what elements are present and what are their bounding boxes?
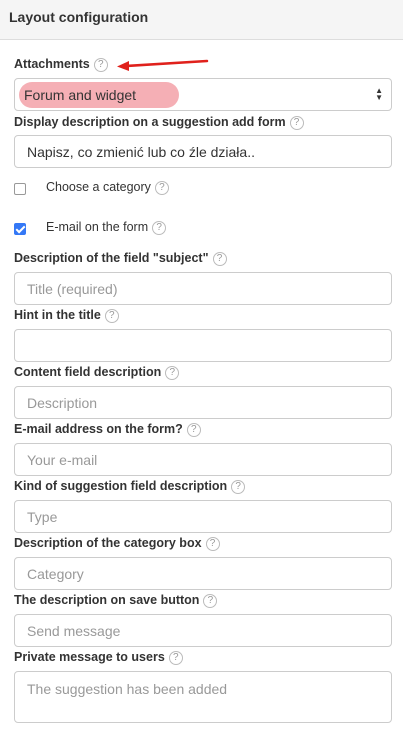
- help-icon[interactable]: ?: [203, 594, 218, 608]
- help-icon[interactable]: ?: [154, 181, 169, 195]
- choose-category-label-text: Choose a category: [46, 180, 151, 194]
- kind-field-label: Kind of suggestion field description?: [14, 479, 246, 494]
- panel-header: Layout configuration: [0, 0, 403, 40]
- hint-in-title-label-text: Hint in the title: [14, 308, 101, 322]
- select-arrows-icon: ▲ ▼: [375, 86, 383, 102]
- help-icon[interactable]: ?: [152, 221, 167, 235]
- category-box-input[interactable]: [14, 557, 392, 590]
- subject-field-input[interactable]: [14, 272, 392, 305]
- help-icon[interactable]: ?: [104, 309, 119, 323]
- email-address-label-text: E-mail address on the form?: [14, 422, 183, 436]
- hint-in-title-input[interactable]: [14, 329, 392, 362]
- content-field-label: Content field description?: [14, 365, 180, 380]
- subject-field-label: Description of the field "subject"?: [14, 251, 227, 266]
- attachments-label: Attachments?: [14, 57, 108, 72]
- email-on-form-label-text: E-mail on the form: [46, 220, 149, 234]
- help-icon[interactable]: ?: [205, 537, 220, 551]
- content-field-input[interactable]: [14, 386, 392, 419]
- private-message-label-text: Private message to users: [14, 650, 165, 664]
- private-message-label: Private message to users?: [14, 650, 183, 665]
- subject-field-label-text: Description of the field "subject": [14, 251, 209, 265]
- help-icon[interactable]: ?: [165, 366, 180, 380]
- attachments-select[interactable]: Forum and widget ▲ ▼: [14, 78, 392, 111]
- attachments-select-value: Forum and widget: [24, 87, 137, 103]
- help-icon[interactable]: ?: [212, 252, 227, 266]
- email-address-label: E-mail address on the form??: [14, 422, 201, 437]
- choose-category-checkbox[interactable]: [14, 183, 26, 195]
- email-on-form-checkbox[interactable]: [14, 223, 26, 235]
- category-box-label: Description of the category box?: [14, 536, 220, 551]
- help-icon[interactable]: ?: [231, 480, 246, 494]
- kind-field-label-text: Kind of suggestion field description: [14, 479, 228, 493]
- display-description-label: Display description on a suggestion add …: [14, 115, 304, 130]
- private-message-textarea[interactable]: [14, 671, 392, 723]
- save-button-desc-label-text: The description on save button: [14, 593, 200, 607]
- red-arrow-annotation: [117, 59, 209, 71]
- choose-category-label: Choose a category?: [46, 180, 169, 195]
- panel-title: Layout configuration: [9, 9, 149, 25]
- help-icon[interactable]: ?: [168, 651, 183, 665]
- email-address-input[interactable]: [14, 443, 392, 476]
- help-icon[interactable]: ?: [186, 423, 201, 437]
- help-icon[interactable]: ?: [93, 58, 108, 72]
- display-description-label-text: Display description on a suggestion add …: [14, 115, 286, 129]
- content-field-label-text: Content field description: [14, 365, 162, 379]
- hint-in-title-label: Hint in the title?: [14, 308, 119, 323]
- category-box-label-text: Description of the category box: [14, 536, 202, 550]
- kind-field-input[interactable]: [14, 500, 392, 533]
- help-icon[interactable]: ?: [289, 116, 304, 130]
- save-button-desc-label: The description on save button?: [14, 593, 218, 608]
- attachments-label-text: Attachments: [14, 57, 90, 71]
- email-on-form-label: E-mail on the form?: [46, 220, 167, 235]
- display-description-input[interactable]: [14, 135, 392, 168]
- save-button-desc-input[interactable]: [14, 614, 392, 647]
